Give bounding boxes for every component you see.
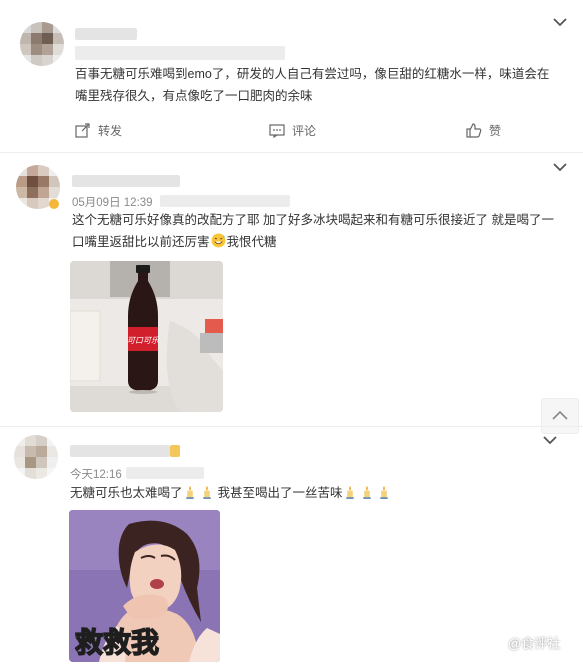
source-redacted <box>126 467 204 479</box>
timestamp: 今天12:16 <box>70 469 122 481</box>
comment-text-line-1: 这个无糖可乐好像真的改配方了耶 加了好多冰块喝起来和有糖可乐很接近了 就是喝了一 <box>72 213 554 227</box>
comment-2: 05月09日 12:39 这个无糖可乐好像真的改配方了耶 加了好多冰块喝起来和有… <box>0 153 583 423</box>
candle-emoji <box>363 486 371 499</box>
timestamp: 05月09日 12:39 <box>72 197 153 209</box>
comment-text-line-1: 百事无糖可乐难喝到emo了，研发的人自己有尝过吗，像巨甜的红糖水一样，味道会在 <box>75 67 550 81</box>
candle-emoji <box>185 486 194 499</box>
candle-emoji <box>345 486 354 499</box>
avatar[interactable] <box>20 22 64 66</box>
comment-text-line-2: 口嘴里返甜比以前还厉害 我恨代糖 <box>72 232 277 253</box>
repost-button[interactable]: 转发 <box>75 122 122 139</box>
source-redacted <box>160 195 290 207</box>
username-redacted[interactable] <box>70 445 170 457</box>
comment-icon <box>269 124 285 138</box>
comment-text-part: 口嘴里返甜比以前还厉害 <box>72 235 210 249</box>
attached-photo[interactable]: 可口可乐 <box>70 261 223 412</box>
username-redacted[interactable] <box>72 175 180 187</box>
like-button[interactable]: 赞 <box>466 122 501 139</box>
avatar[interactable] <box>14 435 58 479</box>
watermark: @食评社 <box>491 633 560 652</box>
repost-icon <box>75 123 90 138</box>
vip-badge <box>170 445 180 457</box>
comment-text-part: 无糖可乐也太难喝了 <box>70 486 183 500</box>
chevron-down-icon[interactable] <box>542 434 558 446</box>
username-redacted[interactable] <box>75 28 137 40</box>
brand-logo-icon <box>491 635 505 650</box>
chevron-down-icon[interactable] <box>552 16 568 28</box>
repost-label: 转发 <box>98 124 123 138</box>
sweat-smile-emoji <box>211 233 225 248</box>
bottle-label: 可口可乐 <box>127 336 160 345</box>
coke-bottle-photo: 可口可乐 <box>70 261 223 412</box>
comment-text-part: 我恨代糖 <box>226 235 277 249</box>
candle-emoji <box>203 486 211 499</box>
candle-emoji <box>380 486 389 499</box>
comment-text-part: 我甚至喝出了一丝苦味 <box>217 486 343 500</box>
comment-text: 无糖可乐也太难喝了 我甚至喝出了一丝苦味 <box>70 483 391 504</box>
timestamp-redacted <box>75 46 285 60</box>
attached-meme[interactable]: 救救我 <box>69 510 220 662</box>
verified-badge <box>49 199 59 209</box>
meme-caption: 救救我 <box>75 626 159 659</box>
meme-girl-photo: 救救我 <box>69 510 220 662</box>
like-label: 赞 <box>489 124 502 138</box>
comment-text-line-2: 嘴里残存很久，有点像吃了一口肥肉的余味 <box>75 89 313 103</box>
comment-1: 百事无糖可乐难喝到emo了，研发的人自己有尝过吗，像巨甜的红糖水一样，味道会在 … <box>0 0 583 150</box>
watermark-text: @食评社 <box>508 636 561 651</box>
thumbs-up-icon <box>466 123 482 138</box>
comment-button[interactable]: 评论 <box>269 122 316 139</box>
comment-label: 评论 <box>292 124 317 138</box>
chevron-down-icon[interactable] <box>552 161 568 173</box>
comment-3: 今天12:16 无糖可乐也太难喝了 我甚至喝出了一丝苦味 救救我 <box>0 427 583 665</box>
